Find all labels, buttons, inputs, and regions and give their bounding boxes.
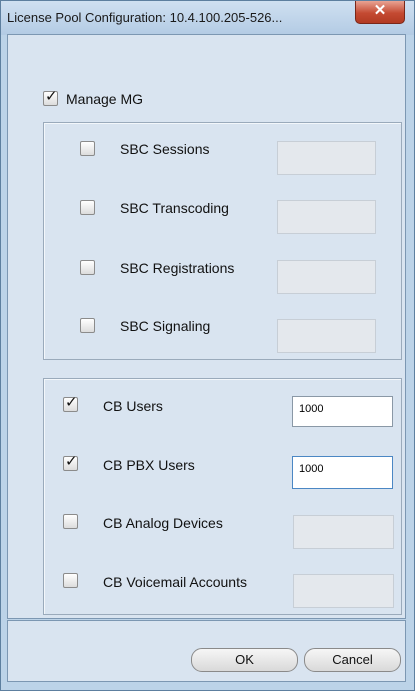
sbc-transcoding-label: SBC Transcoding — [120, 200, 229, 216]
sbc-registrations-checkbox[interactable] — [80, 260, 95, 275]
sbc-sessions-checkbox[interactable] — [80, 141, 95, 156]
manage-mg-checkbox[interactable]: ✓ — [43, 88, 58, 106]
cb-users-checkbox[interactable]: ✓ — [63, 394, 78, 412]
sbc-registrations-field[interactable] — [277, 260, 376, 294]
cb-analog-devices-field[interactable] — [293, 515, 394, 549]
sbc-signaling-label: SBC Signaling — [120, 318, 211, 334]
cb-users-field[interactable]: 1000 — [292, 396, 393, 427]
cb-analog-devices-label: CB Analog Devices — [103, 515, 223, 531]
sbc-transcoding-checkbox[interactable] — [80, 200, 95, 215]
close-button[interactable]: ✕ — [355, 1, 405, 24]
cb-pbx-users-checkbox[interactable]: ✓ — [63, 453, 78, 471]
sbc-transcoding-field[interactable] — [277, 200, 376, 234]
cb-voicemail-accounts-field[interactable] — [293, 574, 394, 608]
cb-voicemail-accounts-label: CB Voicemail Accounts — [103, 574, 247, 590]
checkmark-icon: ✓ — [45, 88, 58, 105]
cb-users-label: CB Users — [103, 398, 163, 414]
cb-pbx-users-field[interactable]: 1000 — [292, 456, 393, 489]
sbc-signaling-field[interactable] — [277, 319, 376, 353]
window-title: License Pool Configuration: 10.4.100.205… — [7, 10, 283, 25]
cb-pbx-users-label: CB PBX Users — [103, 457, 195, 473]
title-bar[interactable]: License Pool Configuration: 10.4.100.205… — [1, 1, 414, 35]
sbc-sessions-label: SBC Sessions — [120, 141, 210, 157]
close-icon: ✕ — [373, 2, 387, 19]
checkmark-icon: ✓ — [65, 453, 78, 470]
sbc-signaling-checkbox[interactable] — [80, 318, 95, 333]
manage-mg-label: Manage MG — [66, 91, 144, 107]
cb-analog-devices-checkbox[interactable] — [63, 514, 78, 529]
sbc-sessions-field[interactable] — [277, 141, 376, 175]
checkmark-icon: ✓ — [65, 394, 78, 411]
sbc-registrations-label: SBC Registrations — [120, 260, 235, 276]
cancel-button[interactable]: Cancel — [304, 648, 401, 672]
cb-voicemail-accounts-checkbox[interactable] — [63, 573, 78, 588]
ok-button[interactable]: OK — [191, 648, 298, 672]
